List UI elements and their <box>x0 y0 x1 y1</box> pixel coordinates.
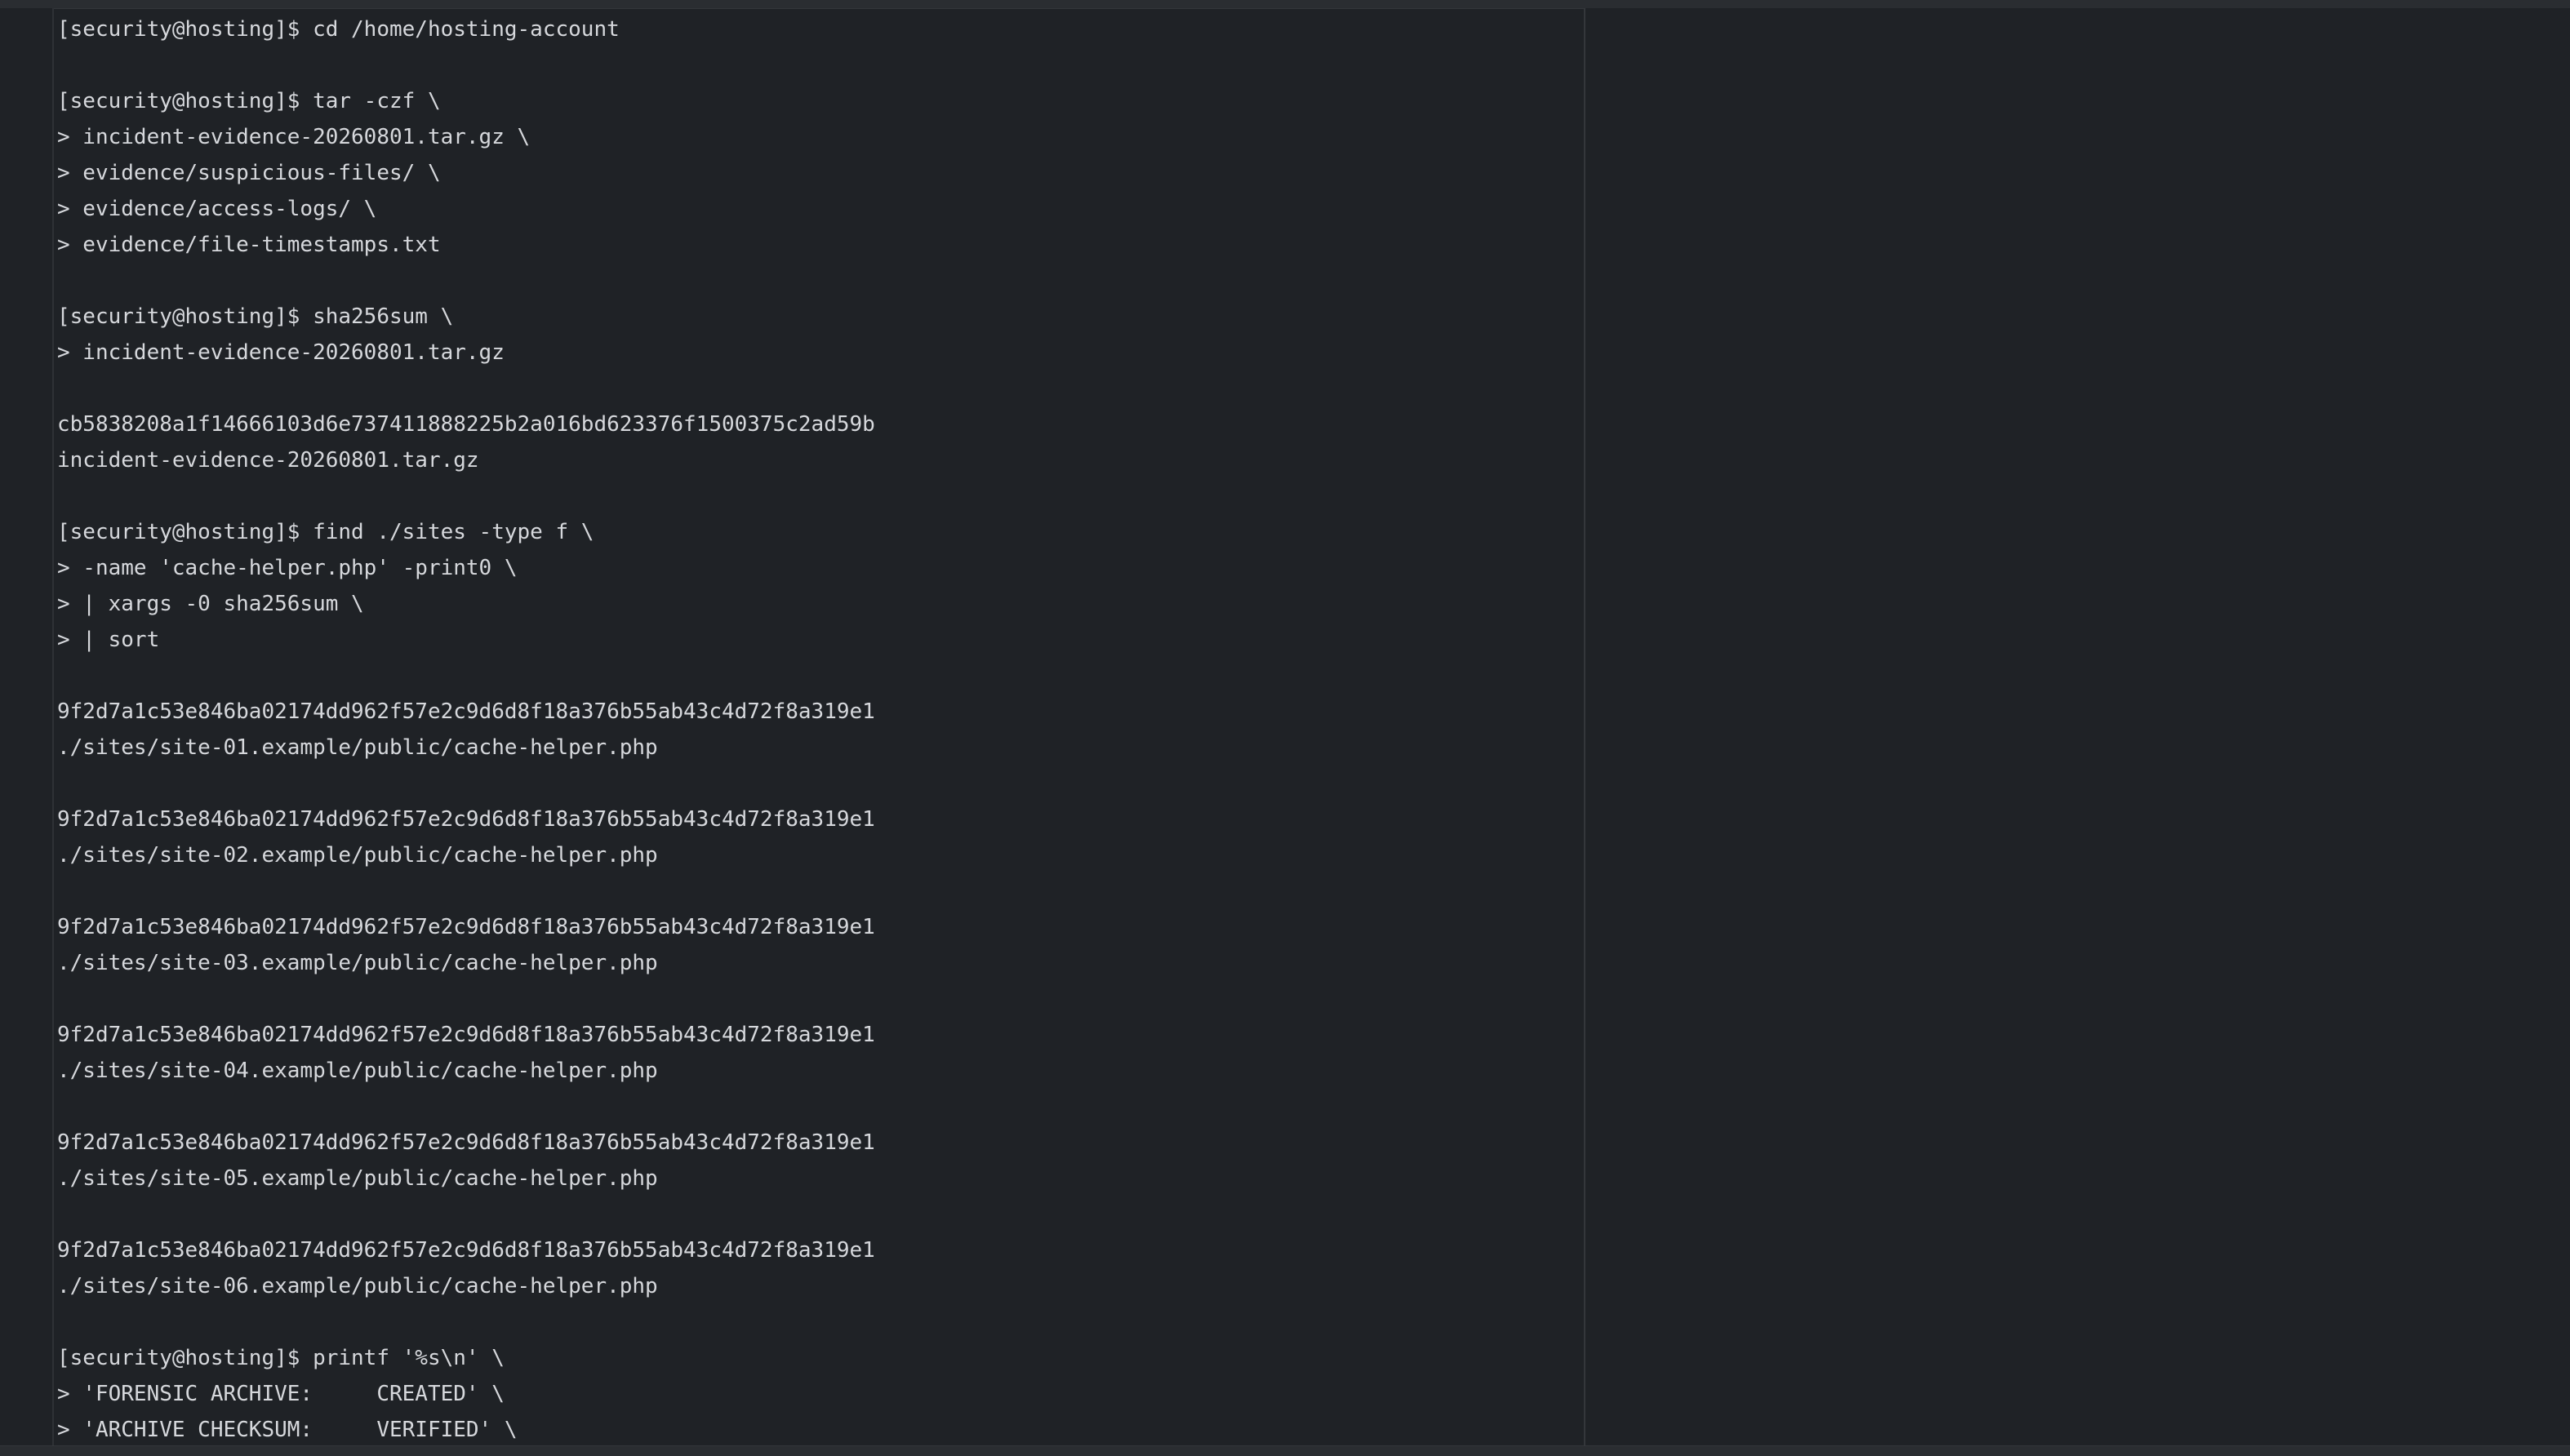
terminal-line: > -name 'cache-helper.php' -print0 \ <box>57 556 518 580</box>
terminal-line: 9f2d7a1c53e846ba02174dd962f57e2c9d6d8f18… <box>57 1023 875 1047</box>
terminal-line: [security@hosting]$ sha256sum \ <box>57 304 454 329</box>
terminal-line: [security@hosting]$ find ./sites -type f… <box>57 520 594 544</box>
terminal-line: [security@hosting]$ printf '%s\n' \ <box>57 1346 505 1370</box>
terminal-line: ./sites/site-01.example/public/cache-hel… <box>57 735 658 760</box>
window-bottom-bar <box>0 1445 2570 1456</box>
terminal-line: > 'ARCHIVE CHECKSUM: VERIFIED' \ <box>57 1418 518 1442</box>
terminal-line: > evidence/suspicious-files/ \ <box>57 161 441 185</box>
terminal-gutter <box>0 8 54 1446</box>
terminal-line: ./sites/site-04.example/public/cache-hel… <box>57 1059 658 1083</box>
terminal-window: [security@hosting]$ cd /home/hosting-acc… <box>0 0 2570 1456</box>
terminal-output[interactable]: [security@hosting]$ cd /home/hosting-acc… <box>57 11 1576 1448</box>
terminal-line: incident-evidence-20260801.tar.gz <box>57 448 479 473</box>
terminal-line: [security@hosting]$ tar -czf \ <box>57 89 441 113</box>
terminal-line: ./sites/site-02.example/public/cache-hel… <box>57 843 658 868</box>
right-pane <box>1585 8 2570 1446</box>
terminal-line: > evidence/access-logs/ \ <box>57 197 377 221</box>
terminal-line: > | sort <box>57 628 160 652</box>
terminal-line: ./sites/site-03.example/public/cache-hel… <box>57 951 658 975</box>
terminal-line: 9f2d7a1c53e846ba02174dd962f57e2c9d6d8f18… <box>57 1238 875 1263</box>
terminal-line: cb5838208a1f14666103d6e737411888225b2a01… <box>57 412 875 437</box>
terminal-line: > incident-evidence-20260801.tar.gz <box>57 340 505 365</box>
terminal-line: 9f2d7a1c53e846ba02174dd962f57e2c9d6d8f18… <box>57 915 875 939</box>
terminal-line: > incident-evidence-20260801.tar.gz \ <box>57 125 531 149</box>
terminal-line: > | xargs -0 sha256sum \ <box>57 592 364 616</box>
terminal-line: [security@hosting]$ cd /home/hosting-acc… <box>57 17 620 42</box>
terminal-line: 9f2d7a1c53e846ba02174dd962f57e2c9d6d8f18… <box>57 699 875 724</box>
terminal-line: ./sites/site-05.example/public/cache-hel… <box>57 1166 658 1191</box>
terminal-line: > 'FORENSIC ARCHIVE: CREATED' \ <box>57 1382 505 1406</box>
terminal-line: 9f2d7a1c53e846ba02174dd962f57e2c9d6d8f18… <box>57 807 875 832</box>
terminal-line: > evidence/file-timestamps.txt <box>57 233 441 257</box>
terminal-line: ./sites/site-06.example/public/cache-hel… <box>57 1274 658 1298</box>
terminal-line: 9f2d7a1c53e846ba02174dd962f57e2c9d6d8f18… <box>57 1130 875 1155</box>
